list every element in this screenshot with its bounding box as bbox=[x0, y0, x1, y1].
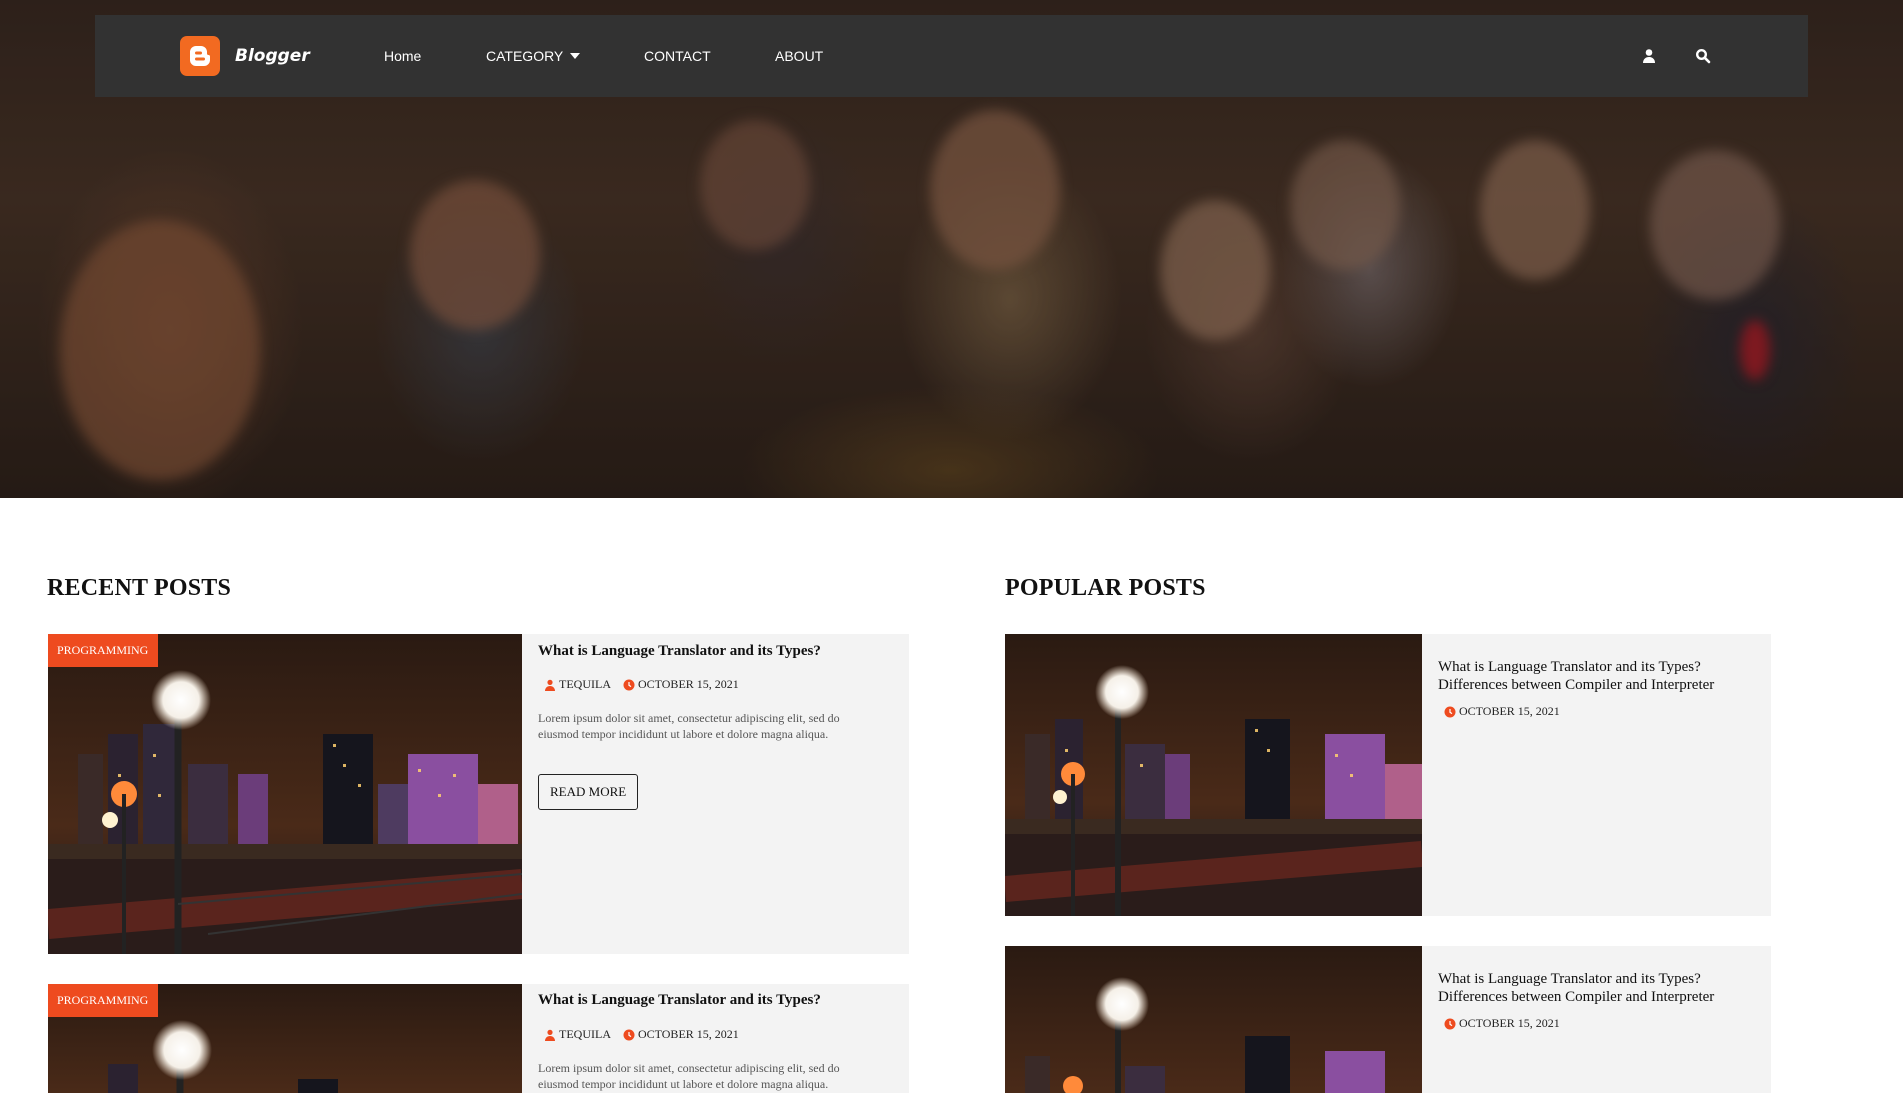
read-more-button[interactable]: READ MORE bbox=[538, 774, 639, 810]
post-meta: OCTOBER 15, 2021 bbox=[1444, 1016, 1560, 1031]
post-thumbnail[interactable] bbox=[1005, 634, 1422, 916]
caret-down-icon bbox=[570, 53, 581, 59]
post-date: OCTOBER 15, 2021 bbox=[1459, 1016, 1560, 1030]
clock-icon bbox=[623, 1029, 635, 1041]
popular-post-card[interactable]: What is Language Translator and its Type… bbox=[1005, 946, 1771, 1093]
popular-posts-title: POPULAR POSTS bbox=[1005, 575, 1206, 601]
blogger-logo-icon bbox=[180, 36, 220, 76]
author-icon bbox=[544, 679, 556, 691]
recent-post-card[interactable]: PROGRAMMING What is Language Translator … bbox=[48, 984, 909, 1093]
user-icon[interactable] bbox=[1641, 48, 1657, 64]
post-title[interactable]: What is Language Translator and its Type… bbox=[1438, 658, 1758, 694]
post-meta: TEQUILA OCTOBER 15, 2021 bbox=[544, 677, 739, 692]
category-badge[interactable]: PROGRAMMING bbox=[48, 984, 159, 1017]
post-title[interactable]: What is Language Translator and its Type… bbox=[538, 992, 821, 1009]
nav-category-label: CATEGORY bbox=[486, 48, 564, 64]
post-title[interactable]: What is Language Translator and its Type… bbox=[1438, 970, 1758, 1006]
post-author[interactable]: TEQUILA bbox=[559, 677, 611, 692]
post-thumbnail[interactable]: PROGRAMMING bbox=[48, 984, 522, 1093]
nav-contact[interactable]: CONTACT bbox=[644, 15, 711, 97]
brand[interactable]: Blogger bbox=[180, 36, 310, 76]
post-title[interactable]: What is Language Translator and its Type… bbox=[538, 643, 821, 660]
clock-icon bbox=[1444, 706, 1456, 718]
recent-posts-title: RECENT POSTS bbox=[47, 575, 232, 601]
brand-name: Blogger bbox=[235, 46, 310, 66]
nav-home[interactable]: Home bbox=[384, 15, 421, 97]
post-author[interactable]: TEQUILA bbox=[559, 1027, 611, 1042]
clock-icon bbox=[1444, 1018, 1456, 1030]
post-date: OCTOBER 15, 2021 bbox=[637, 677, 739, 691]
author-icon bbox=[544, 1029, 556, 1041]
top-navbar: Blogger Home CATEGORY CONTACT ABOUT bbox=[95, 15, 1808, 97]
post-date: OCTOBER 15, 2021 bbox=[1459, 704, 1560, 718]
post-date: OCTOBER 15, 2021 bbox=[637, 1027, 739, 1041]
post-meta: TEQUILA OCTOBER 15, 2021 bbox=[544, 1027, 739, 1042]
nav-category[interactable]: CATEGORY bbox=[486, 15, 581, 97]
post-thumbnail[interactable] bbox=[1005, 946, 1422, 1093]
popular-post-card[interactable]: What is Language Translator and its Type… bbox=[1005, 634, 1771, 916]
category-badge[interactable]: PROGRAMMING bbox=[48, 634, 159, 667]
post-excerpt: Lorem ipsum dolor sit amet, consectetur … bbox=[538, 1061, 840, 1091]
nav-about[interactable]: ABOUT bbox=[775, 15, 823, 97]
recent-post-card[interactable]: PROGRAMMING What is Language Translator … bbox=[48, 634, 909, 954]
search-icon[interactable] bbox=[1695, 48, 1711, 64]
post-meta: OCTOBER 15, 2021 bbox=[1444, 704, 1560, 719]
post-excerpt: Lorem ipsum dolor sit amet, consectetur … bbox=[538, 711, 840, 741]
post-thumbnail[interactable]: PROGRAMMING bbox=[48, 634, 522, 954]
clock-icon bbox=[623, 679, 635, 691]
